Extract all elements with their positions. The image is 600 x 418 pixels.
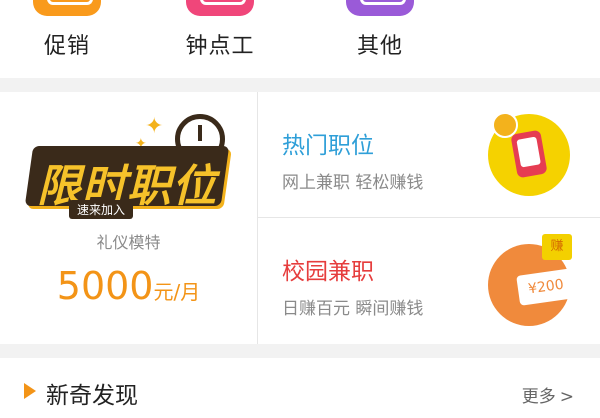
category-row: 促销 钟点工 其他 <box>0 0 600 78</box>
badge-subtext: 速来加入 <box>69 200 134 219</box>
hot-jobs-card[interactable]: 热门职位 网上兼职 轻松赚钱 <box>258 92 600 218</box>
job-title: 礼仪模特 <box>96 233 161 252</box>
sparkle-icon: ✦ <box>145 114 164 139</box>
section-title: 新奇发现 <box>46 383 138 409</box>
campus-jobs-card[interactable]: 校园兼职 日赚百元 瞬间赚钱 赚 ¥200 <box>258 218 600 343</box>
phone-coin-icon <box>488 112 570 196</box>
category-label: 钟点工 <box>185 34 255 59</box>
card-title: 热门职位 <box>282 133 374 159</box>
category-label: 促销 <box>43 34 90 59</box>
promo-cards: 热门职位 网上兼职 轻松赚钱 校园兼职 日赚百元 瞬间赚钱 赚 ¥200 <box>258 92 600 344</box>
earn-tag: 赚 <box>542 234 572 260</box>
salary: 5000元/月 <box>0 264 257 308</box>
discover-section-header: 新奇发现 更多 > <box>0 358 600 418</box>
limited-time-badge: ✦ ✦ 限时职位 速来加入 <box>24 112 235 222</box>
hourly-worker-icon <box>186 0 254 16</box>
more-link[interactable]: 更多 > <box>522 382 574 407</box>
money-ticket-icon: 赚 ¥200 <box>488 234 576 326</box>
salary-unit: 元/月 <box>153 280 201 304</box>
card-subtitle: 网上兼职 轻松赚钱 <box>282 173 424 193</box>
other-icon <box>346 0 414 16</box>
salary-amount: 5000 <box>56 264 154 308</box>
category-hourly-worker[interactable]: 钟点工 <box>160 0 280 78</box>
triangle-marker-icon <box>24 383 36 399</box>
limited-time-job-card[interactable]: ✦ ✦ 限时职位 速来加入 礼仪模特 5000元/月 <box>0 92 258 344</box>
category-other[interactable]: 其他 <box>320 0 440 78</box>
ticket-amount: ¥200 <box>516 268 576 306</box>
chevron-right-icon: > <box>559 387 574 407</box>
category-label: 其他 <box>356 34 403 59</box>
card-title: 校园兼职 <box>282 259 374 285</box>
card-subtitle: 日赚百元 瞬间赚钱 <box>282 299 424 319</box>
more-label: 更多 <box>521 387 556 407</box>
promo-panel: ✦ ✦ 限时职位 速来加入 礼仪模特 5000元/月 热门职位 网上兼职 轻松赚… <box>0 92 600 344</box>
category-promo[interactable]: 促销 <box>7 0 127 78</box>
promo-icon <box>33 0 101 16</box>
